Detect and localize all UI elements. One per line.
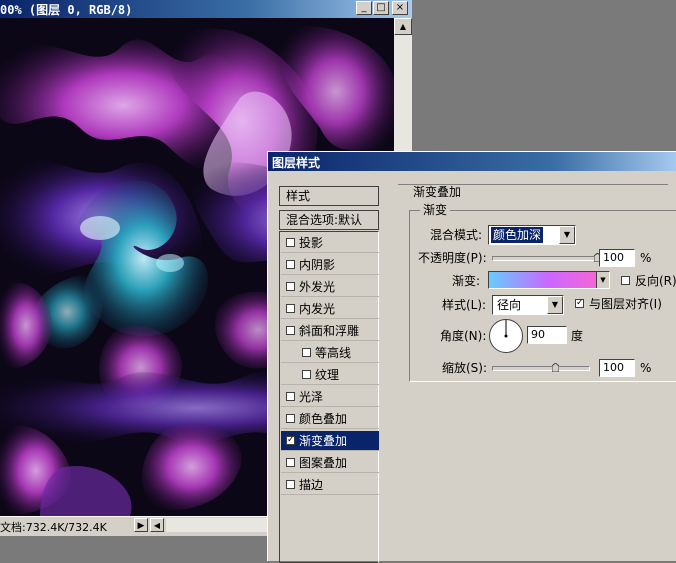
align-with-layer-checkbox[interactable]: ✓ — [575, 299, 584, 308]
style-item-checkbox[interactable]: ✓ — [286, 436, 295, 445]
maximize-button[interactable]: □ — [373, 1, 389, 15]
style-item-label: 斜面和浮雕 — [299, 324, 360, 338]
opacity-input[interactable]: 100 — [599, 249, 635, 267]
blend-mode-select[interactable]: 颜色加深 ▼ — [488, 225, 576, 245]
style-item[interactable]: 颜色叠加 — [281, 409, 379, 429]
style-item[interactable]: 外发光 — [281, 277, 379, 297]
style-item-checkbox[interactable] — [286, 458, 295, 467]
style-item-label: 外发光 — [299, 280, 336, 294]
layer-style-dialog: 图层样式 样式 混合选项:默认 投影 内阴影 外发光 内发光 斜面和浮雕 等高线 纹理 光泽颜… — [267, 151, 676, 563]
style-label: 样式(L): — [442, 298, 487, 312]
style-item[interactable]: 等高线 — [281, 343, 379, 363]
style-item[interactable]: 光泽 — [281, 387, 379, 407]
gradient-picker[interactable]: ▼ — [488, 271, 610, 289]
scale-unit: % — [640, 361, 652, 375]
style-item-checkbox[interactable] — [286, 260, 295, 269]
chevron-down-icon[interactable]: ▼ — [547, 296, 563, 314]
style-item-checkbox[interactable] — [286, 326, 295, 335]
angle-unit: 度 — [571, 329, 584, 343]
style-list: 样式 混合选项:默认 投影内阴影外发光内发光斜面和浮雕等高线纹理光泽颜色叠加 ✓ 渐… — [279, 185, 379, 563]
scroll-up-arrow-icon[interactable]: ▲ — [394, 18, 412, 35]
gradient-style-select[interactable]: 径向 ▼ — [492, 295, 564, 315]
align-with-layer-label[interactable]: 与图层对齐(I) — [589, 296, 662, 312]
status-menu-arrow-icon[interactable]: ▶ — [134, 518, 148, 532]
scale-slider-thumb[interactable] — [552, 363, 560, 372]
style-item[interactable]: 纹理 — [281, 365, 379, 385]
style-item-label: 内阴影 — [299, 258, 336, 272]
style-item-label: 图案叠加 — [299, 456, 348, 470]
scroll-left-arrow-icon[interactable]: ◀ — [150, 518, 164, 532]
style-item[interactable]: 斜面和浮雕 — [281, 321, 379, 341]
gradient-style-value: 径向 — [497, 298, 522, 312]
style-item-label: 描边 — [299, 478, 324, 492]
style-item[interactable]: 内发光 — [281, 299, 379, 319]
scale-slider[interactable] — [492, 366, 590, 371]
style-item-checkbox[interactable] — [286, 414, 295, 423]
close-button[interactable]: × — [392, 1, 408, 15]
angle-label: 角度(N): — [440, 329, 487, 343]
dialog-title: 图层样式 — [272, 156, 321, 170]
blending-options-header[interactable]: 混合选项:默认 — [279, 210, 379, 230]
style-item-label: 纹理 — [315, 368, 340, 382]
style-item-checkbox[interactable] — [286, 238, 295, 247]
scale-label: 缩放(S): — [442, 361, 488, 375]
style-item-checkbox[interactable] — [286, 304, 295, 313]
angle-input[interactable]: 90 — [527, 326, 567, 344]
style-item[interactable]: ✓ 渐变叠加 — [281, 431, 379, 451]
style-item[interactable]: 投影 — [281, 233, 379, 253]
section-title: 渐变叠加 — [410, 185, 465, 199]
opacity-slider[interactable] — [492, 256, 600, 261]
style-item[interactable]: 内阴影 — [281, 255, 379, 275]
style-item-checkbox[interactable] — [286, 282, 295, 291]
document-titlebar[interactable]: 00% (图层 0, RGB/8) _ □ × — [0, 0, 412, 18]
style-item-label: 等高线 — [315, 346, 352, 360]
style-item-checkbox[interactable] — [286, 392, 295, 401]
style-item-checkbox[interactable] — [286, 480, 295, 489]
style-item[interactable]: 描边 — [281, 475, 379, 495]
effects-list: 投影内阴影外发光内发光斜面和浮雕等高线纹理光泽颜色叠加 ✓ 渐变叠加图案叠加描边 — [279, 231, 379, 563]
gradient-dropdown-icon[interactable]: ▼ — [596, 272, 609, 288]
chevron-down-icon[interactable]: ▼ — [559, 226, 575, 244]
style-item-checkbox[interactable] — [302, 370, 311, 379]
blend-mode-label: 混合模式: — [430, 228, 483, 242]
style-item-label: 内发光 — [299, 302, 336, 316]
gradient-group-title: 渐变 — [420, 203, 451, 217]
reverse-label[interactable]: 反向(R) — [635, 273, 676, 289]
opacity-unit: % — [640, 251, 652, 265]
style-item-label: 颜色叠加 — [299, 412, 348, 426]
style-item-checkbox[interactable] — [302, 348, 311, 357]
document-title: 00% (图层 0, RGB/8) — [0, 3, 133, 17]
reverse-checkbox[interactable] — [621, 276, 630, 285]
style-item-label: 渐变叠加 — [299, 434, 348, 448]
style-item[interactable]: 图案叠加 — [281, 453, 379, 473]
styles-header[interactable]: 样式 — [279, 186, 379, 206]
document-size-status: 文档:732.4K/732.4K — [0, 521, 107, 534]
opacity-label: 不透明度(P): — [418, 251, 487, 265]
dialog-titlebar[interactable]: 图层样式 — [268, 152, 676, 171]
gradient-label: 渐变: — [452, 274, 481, 288]
style-item-label: 投影 — [299, 236, 324, 250]
blend-mode-value: 颜色加深 — [491, 227, 544, 243]
style-item-label: 光泽 — [299, 390, 324, 404]
scale-input[interactable]: 100 — [599, 359, 635, 377]
angle-dial[interactable] — [488, 318, 524, 354]
minimize-button[interactable]: _ — [356, 1, 372, 15]
